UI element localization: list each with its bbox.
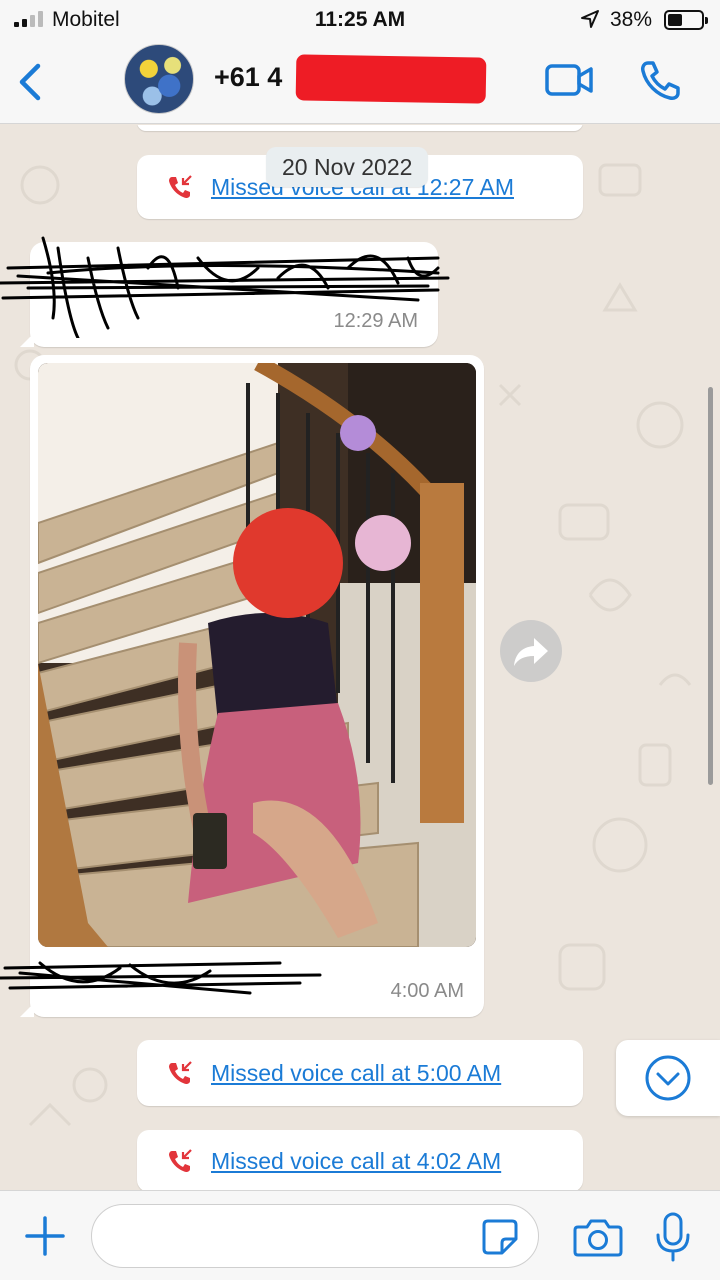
message-timestamp: 4:00 AM (390, 980, 464, 1002)
missed-call-text[interactable]: Missed voice call at 5:00 AM (211, 1060, 501, 1087)
incoming-message[interactable]: 12:29 AM (0, 236, 450, 347)
video-camera-icon (545, 64, 593, 96)
location-arrow-icon (580, 9, 600, 29)
message-timestamp: 12:29 AM (333, 310, 418, 332)
redaction-mark (295, 54, 487, 104)
missed-call-icon (167, 174, 193, 200)
scroll-to-bottom-button[interactable] (616, 1040, 720, 1116)
photo-image[interactable] (38, 363, 476, 947)
chat-area[interactable]: Missed voice call at 12:27 AM 20 Nov 202… (0, 125, 720, 1190)
contact-avatar[interactable] (124, 44, 194, 114)
missed-call-bubble[interactable]: Missed voice call at 5:00 AM (137, 1040, 583, 1106)
plus-icon (25, 1216, 65, 1256)
voice-call-button[interactable] (638, 58, 688, 102)
missed-call-text[interactable]: Missed voice call at 4:02 AM (211, 1148, 501, 1175)
missed-call-bubble[interactable]: Missed voice call at 4:02 AM (137, 1130, 583, 1190)
sticker-icon (482, 1219, 518, 1255)
attach-button[interactable] (22, 1213, 68, 1259)
share-arrow-icon (514, 638, 548, 666)
contact-name[interactable]: +61 4 (214, 62, 282, 93)
phone-icon (641, 61, 680, 100)
missed-call-icon (167, 1060, 193, 1086)
camera-icon (573, 1219, 623, 1257)
date-separator: 20 Nov 2022 (266, 147, 429, 187)
voice-record-button[interactable] (650, 1211, 696, 1263)
chevron-down-icon (645, 1055, 691, 1101)
scribble-redaction (0, 961, 322, 995)
photo-message[interactable]: 4:00 AM (0, 355, 484, 1017)
composer-bar (0, 1190, 720, 1280)
forward-button[interactable] (500, 620, 562, 682)
missed-call-icon (167, 1148, 193, 1174)
chat-header: +61 4 (0, 40, 720, 124)
microphone-icon (656, 1212, 690, 1262)
status-bar: Mobitel 11:25 AM 38% (0, 0, 720, 40)
battery-percent: 38% (610, 8, 653, 31)
back-button[interactable] (14, 60, 48, 104)
battery-icon (664, 10, 708, 30)
video-call-button[interactable] (544, 58, 594, 102)
scrollbar[interactable] (708, 387, 713, 785)
message-input[interactable] (91, 1204, 539, 1268)
sticker-button[interactable] (480, 1217, 520, 1257)
camera-button[interactable] (572, 1215, 624, 1259)
previous-bubble (137, 125, 583, 131)
